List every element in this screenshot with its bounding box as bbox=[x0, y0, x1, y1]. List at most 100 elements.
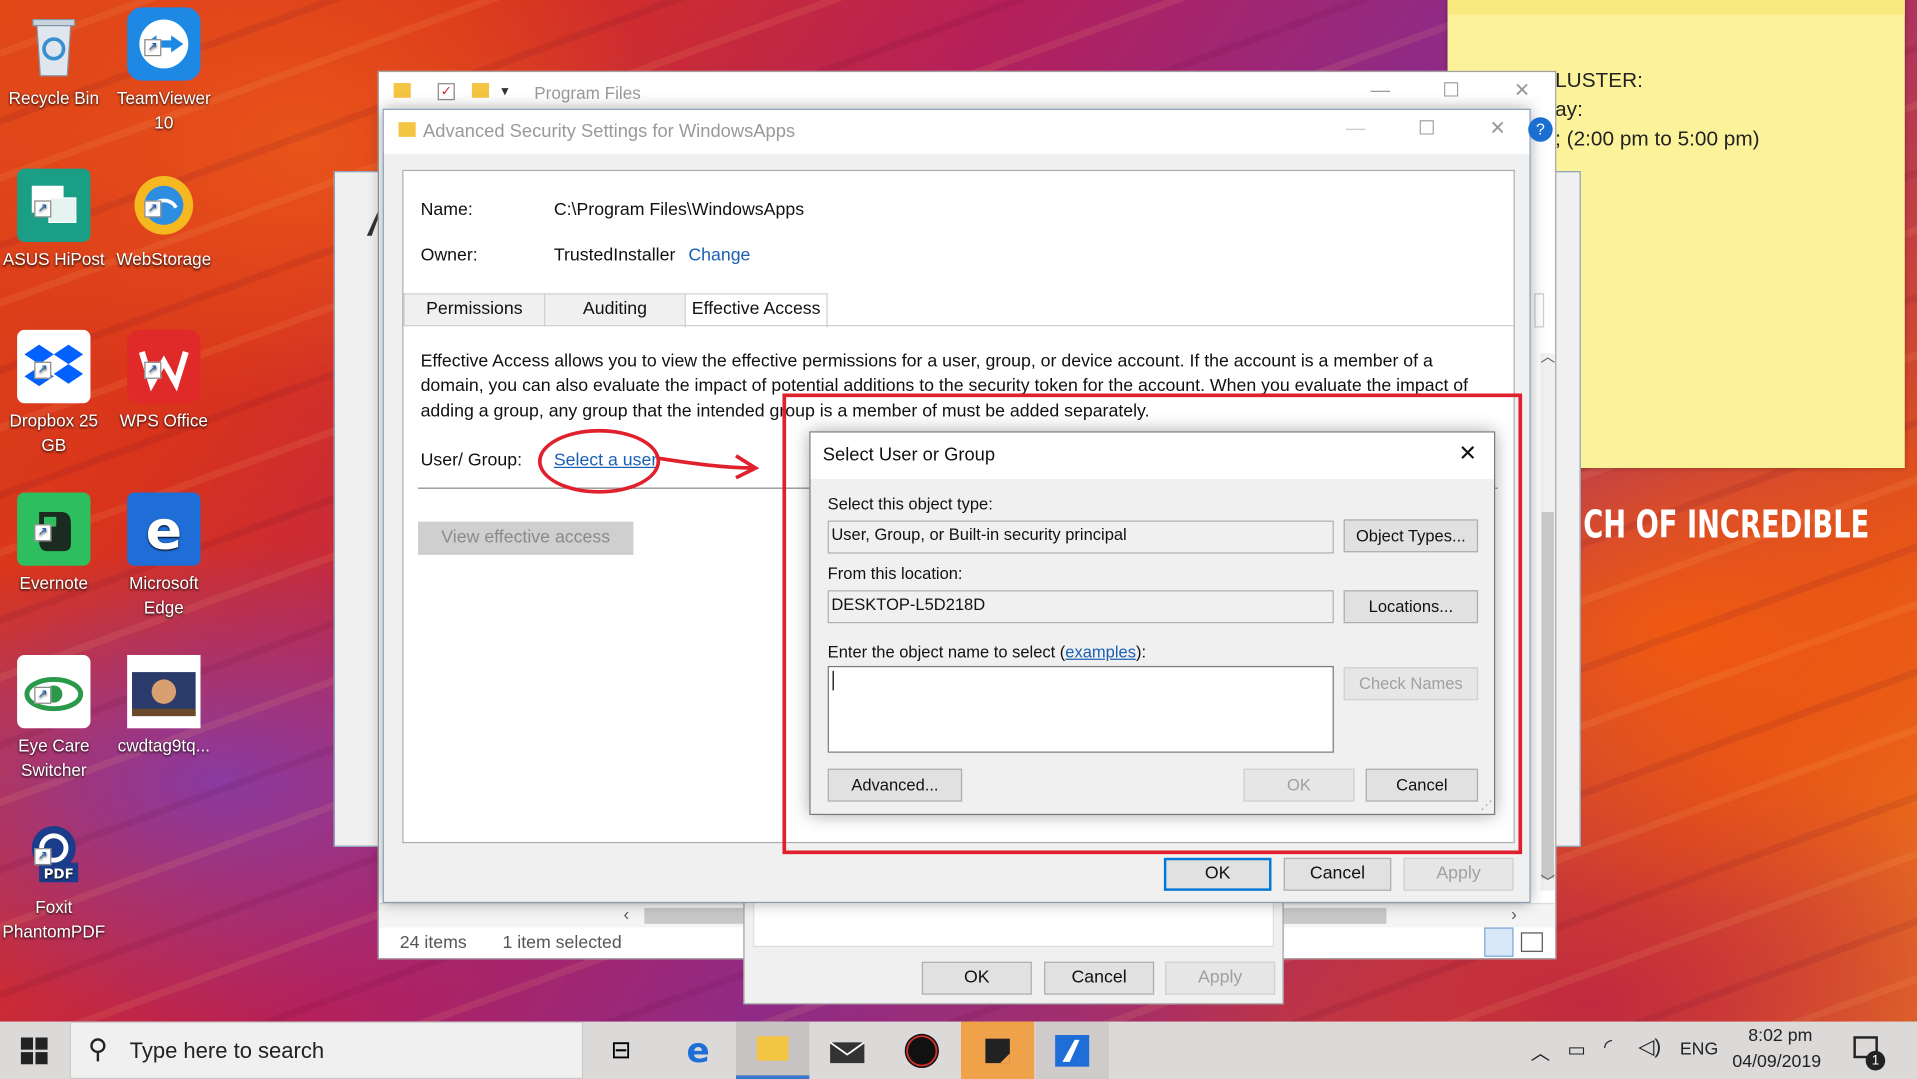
cancel-button[interactable]: Cancel bbox=[1283, 857, 1392, 891]
wps-office-icon: ↗ bbox=[127, 329, 201, 404]
description-line-1: Effective Access allows you to view the … bbox=[420, 351, 1433, 372]
teamviewer-icon: ↗ bbox=[127, 7, 201, 81]
webstorage-icon: ↗ bbox=[127, 169, 200, 242]
annotation-arrow-icon bbox=[657, 454, 760, 480]
taskbar-search-box[interactable]: ⚲ Type here to search bbox=[69, 1021, 584, 1079]
new-folder-icon[interactable] bbox=[471, 83, 490, 98]
dropbox-icon: ↗ bbox=[17, 329, 91, 404]
desktop-icon-label: WPS Office bbox=[119, 410, 208, 431]
user-group-label: User/ Group: bbox=[420, 450, 523, 471]
properties-dialog[interactable]: OK Cancel Apply bbox=[743, 901, 1284, 1005]
shortcut-arrow-icon: ↗ bbox=[144, 39, 162, 57]
apply-button[interactable]: Apply bbox=[1403, 857, 1514, 891]
shortcut-arrow-icon: ↗ bbox=[34, 848, 52, 866]
maximize-button[interactable]: ☐ bbox=[1416, 72, 1487, 111]
taskbar-mail[interactable] bbox=[811, 1022, 884, 1079]
image-file-icon bbox=[127, 654, 201, 729]
large-icons-view-icon[interactable] bbox=[1520, 932, 1543, 952]
close-button[interactable]: ✕ bbox=[1462, 110, 1533, 149]
close-button[interactable]: ✕ bbox=[1487, 72, 1558, 111]
shortcut-arrow-icon: ↗ bbox=[34, 200, 52, 218]
desktop-icon-wps-office[interactable]: ↗ WPS Office bbox=[110, 329, 218, 433]
desktop-icon-label: TeamViewer 10 bbox=[116, 87, 211, 132]
desktop-icon-dropbox[interactable]: ↗ Dropbox 25 GB bbox=[0, 329, 108, 457]
advanced-security-title-bar: Advanced Security Settings for WindowsAp… bbox=[383, 109, 1533, 154]
desktop-icon-label: Recycle Bin bbox=[8, 87, 99, 108]
annotation-rectangle bbox=[782, 393, 1523, 855]
desktop-icon-asus-hipost[interactable]: ↗ ASUS HiPost bbox=[0, 168, 108, 272]
desktop-icon-edge[interactable]: e Microsoft Edge bbox=[110, 492, 218, 619]
clock-date[interactable]: 04/09/2019 bbox=[1732, 1052, 1821, 1072]
desktop-icon-teamviewer[interactable]: ↗ TeamViewer 10 bbox=[110, 7, 218, 134]
wifi-icon[interactable]: ◜ bbox=[1604, 1035, 1612, 1059]
tab-effective-access[interactable]: Effective Access bbox=[684, 293, 828, 328]
task-view-button[interactable]: ⊟ bbox=[584, 1022, 657, 1079]
chevron-down-icon[interactable]: ▾ bbox=[501, 82, 508, 99]
scroll-right-icon[interactable]: › bbox=[1511, 904, 1517, 924]
view-effective-access-button[interactable]: View effective access bbox=[418, 521, 634, 555]
taskbar-app[interactable] bbox=[1035, 1021, 1109, 1079]
shortcut-arrow-icon: ↗ bbox=[34, 361, 52, 379]
properties-ok-button[interactable]: OK bbox=[921, 961, 1032, 995]
properties-content bbox=[753, 903, 1274, 948]
desktop-icon-evernote[interactable]: ↗ Evernote bbox=[0, 492, 108, 595]
scrollbar-thumb[interactable] bbox=[1541, 512, 1554, 879]
desktop-icon-label: Eye Care Switcher bbox=[18, 735, 90, 780]
vertical-scrollbar[interactable]: ︿ ﹀ bbox=[1540, 348, 1555, 892]
edge-icon: e bbox=[686, 1030, 710, 1071]
taskbar-sticky-notes[interactable] bbox=[960, 1021, 1035, 1079]
desktop-icon-label: Microsoft Edge bbox=[129, 573, 199, 618]
shortcut-arrow-icon: ↗ bbox=[144, 361, 162, 379]
language-indicator[interactable]: ENG bbox=[1680, 1040, 1718, 1060]
help-badge-icon[interactable]: ? bbox=[1528, 117, 1553, 142]
battery-icon[interactable]: ▭ bbox=[1567, 1037, 1585, 1061]
name-value: C:\Program Files\WindowsApps bbox=[553, 200, 805, 220]
status-selected: 1 item selected bbox=[502, 933, 622, 954]
desktop-icon-label: Foxit PhantomPDF bbox=[2, 896, 106, 941]
taskbar-file-explorer[interactable] bbox=[735, 1021, 810, 1079]
scroll-up-icon[interactable]: ︿ bbox=[1540, 346, 1555, 367]
desktop-icon-eye-care[interactable]: ↗ Eye Care Switcher bbox=[0, 654, 108, 782]
windows-logo-icon bbox=[20, 1036, 48, 1064]
owner-label: Owner: bbox=[420, 245, 478, 266]
scroll-down-icon[interactable]: ﹀ bbox=[1540, 871, 1555, 892]
clock-time[interactable]: 8:02 pm bbox=[1748, 1026, 1812, 1046]
name-label: Name: bbox=[420, 200, 473, 220]
sticky-notes-icon bbox=[985, 1038, 1010, 1063]
scroll-left-icon[interactable]: ‹ bbox=[624, 904, 630, 924]
desktop-icon-label: Dropbox 25 GB bbox=[9, 410, 99, 455]
volume-icon[interactable]: ◁) bbox=[1638, 1035, 1661, 1059]
folder-icon bbox=[756, 1036, 789, 1061]
taskbar-edge[interactable]: e bbox=[661, 1022, 734, 1079]
annotation-ellipse bbox=[537, 428, 661, 494]
svg-text:e: e bbox=[146, 499, 182, 562]
asus-hipost-icon: ↗ bbox=[17, 168, 91, 242]
sticky-note-line: ay: bbox=[1555, 97, 1583, 121]
search-placeholder: Type here to search bbox=[129, 1038, 325, 1064]
ok-button[interactable]: OK bbox=[1163, 857, 1272, 891]
minimize-button[interactable]: — bbox=[1320, 110, 1391, 149]
start-button[interactable] bbox=[0, 1022, 68, 1079]
properties-check-icon[interactable]: ✓ bbox=[437, 83, 455, 101]
show-hidden-icons-icon[interactable]: ︿ bbox=[1531, 1036, 1551, 1065]
change-owner-link[interactable]: Change bbox=[688, 246, 750, 266]
maximize-button[interactable]: ☐ bbox=[1391, 110, 1462, 149]
desktop-icon-foxit[interactable]: PDF ↗ Foxit PhantomPDF bbox=[0, 816, 108, 943]
folder-icon bbox=[393, 83, 411, 98]
dialog-title: Advanced Security Settings for WindowsAp… bbox=[423, 120, 796, 142]
details-view-icon[interactable] bbox=[1484, 927, 1514, 957]
explorer-title: Program Files bbox=[534, 83, 641, 103]
taskbar-asus[interactable] bbox=[885, 1022, 958, 1079]
search-icon: ⚲ bbox=[88, 1033, 108, 1065]
minimize-button[interactable]: — bbox=[1345, 72, 1416, 111]
sticky-note-line: ; (2:00 pm to 5:00 pm) bbox=[1555, 127, 1760, 151]
tab-auditing[interactable]: Auditing bbox=[544, 293, 686, 327]
tab-permissions[interactable]: Permissions bbox=[403, 293, 546, 327]
desktop-icon-webstorage[interactable]: ↗ WebStorage bbox=[110, 169, 218, 272]
desktop-icon-recycle-bin[interactable]: Recycle Bin bbox=[0, 7, 108, 110]
properties-cancel-button[interactable]: Cancel bbox=[1044, 961, 1155, 995]
svg-text:PDF: PDF bbox=[44, 868, 74, 883]
app-a-icon bbox=[1055, 1034, 1090, 1067]
desktop-icon-image-file[interactable]: cwdtag9tq... bbox=[110, 654, 218, 758]
properties-apply-button[interactable]: Apply bbox=[1165, 961, 1276, 995]
